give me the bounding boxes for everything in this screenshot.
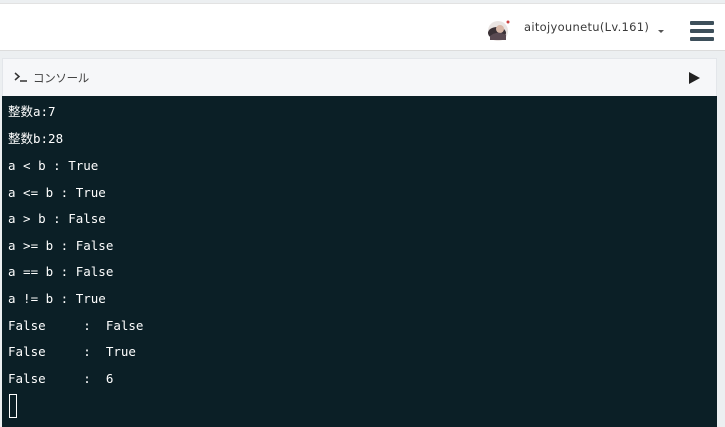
console-output[interactable]: 整数a:7 整数b:28 a < b : True a <= b : True … — [2, 96, 717, 427]
output-line: 整数a:7 — [8, 104, 56, 119]
chevron-down-icon[interactable] — [658, 30, 664, 33]
output-line: False : True — [8, 344, 136, 359]
terminal-prompt-icon — [14, 72, 27, 82]
input-cursor[interactable] — [9, 394, 17, 418]
output-line: False : 6 — [8, 371, 114, 386]
output-line: a > b : False — [8, 211, 106, 226]
play-icon[interactable] — [685, 69, 703, 87]
top-navigation-bar: aitojyounetu(Lv.161) — [0, 3, 725, 51]
console-header: コンソール — [2, 58, 717, 96]
output-line: a < b : True — [8, 158, 99, 173]
hamburger-menu-icon[interactable] — [690, 21, 714, 41]
output-line: a != b : True — [8, 291, 106, 306]
output-line: a >= b : False — [8, 238, 114, 253]
output-line: 整数b:28 — [8, 131, 64, 146]
username-label[interactable]: aitojyounetu(Lv.161) — [524, 20, 649, 34]
user-avatar[interactable] — [484, 18, 512, 42]
output-line: a <= b : True — [8, 185, 106, 200]
output-line: False : False — [8, 318, 144, 333]
output-line: a == b : False — [8, 264, 114, 279]
console-title: コンソール — [33, 71, 89, 85]
